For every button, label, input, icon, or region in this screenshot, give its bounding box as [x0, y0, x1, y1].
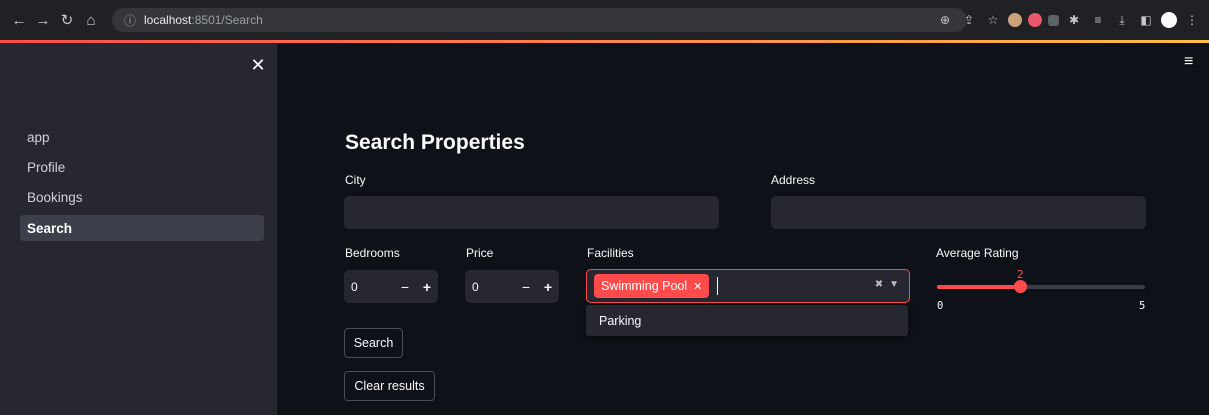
sidepanel-icon[interactable]: ◧ [1137, 11, 1155, 29]
increment-button[interactable]: + [416, 279, 438, 295]
sidebar-item-app[interactable]: app [20, 124, 264, 150]
shield-extension-icon[interactable] [1028, 13, 1042, 27]
increment-button[interactable]: + [537, 279, 559, 295]
reading-list-icon[interactable]: ≡ [1089, 11, 1107, 29]
slider-fill [937, 285, 1021, 289]
site-info-icon[interactable]: ⓘ [124, 12, 136, 29]
slider-max-label: 5 [1139, 300, 1146, 312]
rating-slider[interactable] [937, 280, 1145, 293]
text-cursor [717, 277, 719, 295]
clear-results-button[interactable]: Clear results [344, 371, 435, 401]
address-bar[interactable]: ⓘ localhost:8501/Search [112, 8, 967, 32]
download-icon[interactable]: ⤓ [1113, 11, 1131, 29]
share-icon[interactable]: ⇪ [960, 11, 978, 29]
zoom-icon[interactable]: ⊕ [936, 11, 954, 29]
browser-toolbar: ← → ↻ ⌂ ⓘ localhost:8501/Search ⊕ ⇪ ☆ ✱ … [0, 0, 1209, 40]
hamburger-menu-icon[interactable]: ≡ [1184, 53, 1193, 71]
slider-min-label: 0 [937, 300, 944, 312]
bedrooms-value[interactable]: 0 [344, 280, 394, 294]
decrement-button[interactable]: − [515, 279, 537, 295]
url-path: :8501/Search [191, 13, 263, 27]
profile-icon[interactable] [1161, 12, 1177, 28]
dropdown-option-parking[interactable]: Parking [586, 305, 908, 336]
clear-all-icon[interactable]: ✖ [875, 279, 883, 290]
facility-tag-label: Swimming Pool [601, 279, 688, 293]
forward-arrow-icon[interactable]: → [32, 9, 54, 31]
city-label: City [345, 173, 366, 187]
sidebar-item-profile[interactable]: Profile [20, 154, 264, 180]
kebab-menu-icon[interactable]: ⋮ [1183, 11, 1201, 29]
page-title: Search Properties [345, 131, 525, 154]
back-arrow-icon[interactable]: ← [8, 9, 30, 31]
rating-label: Average Rating [936, 246, 1019, 260]
extension-icon[interactable] [1008, 13, 1022, 27]
extension-icon[interactable] [1048, 14, 1059, 26]
facility-tag: Swimming Pool ✕ [594, 274, 710, 298]
city-input[interactable] [344, 196, 719, 229]
price-label: Price [466, 246, 494, 260]
puzzle-icon[interactable]: ✱ [1065, 11, 1083, 29]
facilities-multiselect[interactable]: Swimming Pool ✕ ✖ ▼ [586, 269, 910, 303]
price-value[interactable]: 0 [465, 280, 515, 294]
url-host: localhost [144, 13, 192, 27]
bedrooms-stepper[interactable]: 0 − + [344, 270, 438, 303]
close-icon[interactable]: ✕ [248, 55, 268, 76]
reload-icon[interactable]: ↻ [56, 9, 78, 31]
chevron-down-icon[interactable]: ▼ [889, 279, 899, 290]
star-icon[interactable]: ☆ [984, 11, 1002, 29]
address-label: Address [771, 173, 816, 187]
home-icon[interactable]: ⌂ [80, 9, 102, 31]
browser-actions: ⊕ ⇪ ☆ ✱ ≡ ⤓ ◧ ⋮ [936, 0, 1201, 40]
sidebar: ✕ app Profile Bookings Search [0, 43, 277, 415]
sidebar-item-bookings[interactable]: Bookings [20, 184, 264, 210]
price-stepper[interactable]: 0 − + [465, 270, 559, 303]
search-button[interactable]: Search [344, 328, 403, 358]
address-input[interactable] [771, 196, 1146, 229]
slider-thumb[interactable] [1014, 280, 1028, 293]
facilities-label: Facilities [587, 246, 634, 260]
bedrooms-label: Bedrooms [345, 246, 400, 260]
decrement-button[interactable]: − [394, 279, 416, 295]
sidebar-item-search[interactable]: Search [20, 215, 264, 241]
remove-tag-icon[interactable]: ✕ [693, 280, 702, 293]
